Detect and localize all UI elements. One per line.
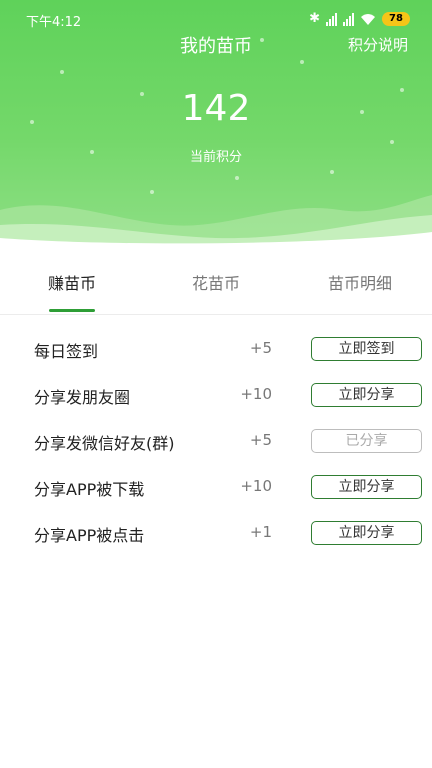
- status-bar: 下午4:12 ✱ 78: [0, 0, 432, 36]
- bluetooth-icon: ✱: [309, 11, 320, 26]
- tab-earn[interactable]: 赚苗币: [0, 262, 144, 312]
- signal-icon-2: [343, 12, 354, 26]
- status-icons: ✱ 78: [309, 11, 410, 27]
- status-time: 下午4:12: [26, 15, 82, 30]
- tab-active-indicator: [49, 309, 95, 312]
- share-moments-button[interactable]: 立即分享: [311, 383, 422, 407]
- tab-bar: 赚苗币 花苗币 苗币明细: [0, 262, 432, 312]
- task-name: 每日签到: [34, 342, 99, 361]
- task-points: +10: [240, 477, 272, 495]
- shared-button[interactable]: 已分享: [311, 429, 422, 453]
- task-row-share-moments: 分享发朋友圈 +10 立即分享: [0, 372, 432, 418]
- share-click-button[interactable]: 立即分享: [311, 521, 422, 545]
- tab-spend-label: 花苗币: [191, 274, 240, 293]
- task-points: +5: [249, 431, 272, 449]
- wifi-icon: [361, 13, 375, 25]
- task-row-app-clicked: 分享APP被点击 +1 立即分享: [0, 510, 432, 556]
- task-name: 分享发微信好友(群): [34, 434, 175, 453]
- task-row-share-wechat-friend: 分享发微信好友(群) +5 已分享: [0, 418, 432, 464]
- tab-earn-label: 赚苗币: [47, 274, 96, 293]
- points-label: 当前积分: [189, 150, 242, 165]
- task-name: 分享APP被下载: [34, 480, 145, 499]
- task-name: 分享APP被点击: [34, 526, 145, 545]
- header-wave: [0, 195, 432, 250]
- checkin-button[interactable]: 立即签到: [311, 337, 422, 361]
- task-points: +1: [249, 523, 272, 541]
- task-row-app-downloaded: 分享APP被下载 +10 立即分享: [0, 464, 432, 510]
- signal-icon: [326, 12, 337, 26]
- task-list: 每日签到 +5 立即签到 分享发朋友圈 +10 立即分享 分享发微信好友(群) …: [0, 326, 432, 556]
- task-points: +10: [240, 385, 272, 403]
- tab-spend[interactable]: 花苗币: [144, 262, 288, 312]
- share-download-button[interactable]: 立即分享: [311, 475, 422, 499]
- task-points: +5: [249, 339, 272, 357]
- battery-icon: 78: [382, 12, 410, 26]
- points-value: 142: [181, 88, 251, 129]
- tab-details-label: 苗币明细: [327, 274, 392, 293]
- points-rules-link[interactable]: 积分说明: [348, 34, 408, 55]
- task-name: 分享发朋友圈: [34, 388, 131, 407]
- tab-details[interactable]: 苗币明细: [288, 262, 432, 312]
- task-row-daily-checkin: 每日签到 +5 立即签到: [0, 326, 432, 372]
- tabs-divider: [0, 314, 432, 315]
